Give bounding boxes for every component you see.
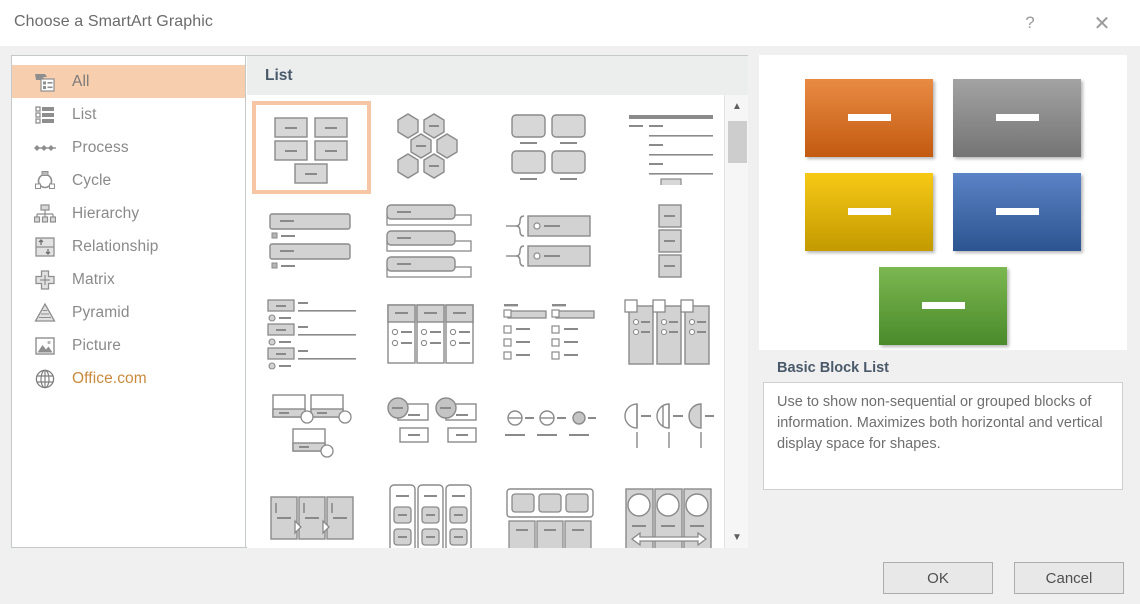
chevron-up-icon[interactable]: ▲ [725, 95, 749, 117]
thumbnail-square-accent-list[interactable] [490, 380, 609, 473]
dialog-title: Choose a SmartArt Graphic [14, 13, 214, 30]
block-text-placeholder [847, 208, 891, 215]
sidebar-item-label: Matrix [72, 270, 115, 288]
gallery-scrollbar[interactable]: ▲ ▼ [724, 95, 748, 548]
thumbnail-vertical-block-list[interactable] [371, 473, 490, 548]
thumbnail-horizontal-arrow-list[interactable] [609, 473, 724, 548]
matrix-icon [33, 269, 57, 291]
gallery-group-label: List [265, 66, 293, 84]
thumbnail-lined-list[interactable] [609, 101, 724, 194]
block-text-placeholder [995, 208, 1039, 215]
thumbnail-trapezoid-list[interactable] [371, 287, 490, 380]
dialog-body: All List Process Cycle Hierarchy Relatio… [0, 46, 1140, 553]
block-orange [805, 78, 933, 157]
sidebar-item-all[interactable]: All [12, 65, 245, 98]
help-icon[interactable]: ? [1012, 8, 1048, 38]
sidebar-item-label: All [72, 72, 90, 90]
thumbnail-vertical-bullet-list[interactable] [252, 194, 371, 287]
all-smartart-icon [33, 71, 57, 93]
cycle-icon [33, 170, 57, 192]
thumbnail-alternating-hexagons[interactable] [371, 101, 490, 194]
sidebar-item-process[interactable]: Process [12, 131, 245, 164]
picture-icon [33, 335, 57, 357]
smartart-gallery: List ▲ ▼ [247, 56, 748, 548]
globe-icon [33, 368, 57, 390]
thumbnail-basic-block-list[interactable] [252, 101, 371, 194]
sidebar-item-list[interactable]: List [12, 98, 245, 131]
sidebar-item-hierarchy[interactable]: Hierarchy [12, 197, 245, 230]
sidebar-item-relationship[interactable]: Relationship [12, 230, 245, 263]
block-yellow [805, 172, 933, 251]
sidebar-item-label: Office.com [72, 369, 147, 387]
sidebar-item-label: Picture [72, 336, 121, 354]
sidebar-item-pyramid[interactable]: Pyramid [12, 296, 245, 329]
ok-button[interactable]: OK [883, 562, 993, 594]
thumbnail-picture-caption-list[interactable] [490, 101, 609, 194]
thumbnail-horizontal-picture-list[interactable] [490, 287, 609, 380]
chevron-down-icon[interactable]: ▼ [725, 526, 749, 548]
thumbnail-stacked-list[interactable] [609, 287, 724, 380]
sidebar-item-label: Cycle [72, 171, 112, 189]
sidebar-item-picture[interactable]: Picture [12, 329, 245, 362]
thumbnail-vertical-bracket-list[interactable] [490, 194, 609, 287]
preview-blocks [805, 78, 1081, 345]
sidebar-item-label: Process [72, 138, 129, 156]
thumbnail-horizontal-bullet-list[interactable] [371, 380, 490, 473]
sidebar-item-label: List [72, 105, 97, 123]
gallery-group-header: List [247, 56, 748, 95]
scrollbar-thumb[interactable] [728, 121, 747, 163]
block-gray [953, 78, 1081, 157]
block-text-placeholder [995, 114, 1039, 121]
thumbnail-tab-list[interactable] [490, 473, 609, 548]
category-sidebar: All List Process Cycle Hierarchy Relatio… [12, 56, 246, 547]
close-icon[interactable]: ✕ [1084, 8, 1120, 38]
thumbnail-vertical-chevron-list[interactable] [609, 194, 724, 287]
thumbnail-grid [247, 95, 724, 548]
dialog-title-bar: Choose a SmartArt Graphic ? ✕ [0, 0, 1140, 46]
sidebar-item-label: Hierarchy [72, 204, 140, 222]
dialog-footer: OK Cancel [0, 553, 1140, 604]
thumbnail-vertical-box-list[interactable] [371, 194, 490, 287]
sidebar-item-label: Pyramid [72, 303, 130, 321]
block-text-placeholder [921, 302, 965, 309]
process-icon [33, 137, 57, 159]
block-blue [953, 172, 1081, 251]
preview-description: Use to show non-sequential or grouped bl… [763, 382, 1123, 490]
thumbnail-detailed-process[interactable] [252, 473, 371, 548]
thumbnail-grouped-list[interactable] [252, 380, 371, 473]
thumbnail-vertical-arrow-list[interactable] [252, 287, 371, 380]
list-icon [33, 104, 57, 126]
block-text-placeholder [847, 114, 891, 121]
block-green [879, 266, 1007, 345]
gallery-scroll-area[interactable] [247, 95, 724, 548]
sidebar-item-office.com[interactable]: Office.com [12, 362, 245, 395]
pyramid-icon [33, 302, 57, 324]
preview-graphic-name: Basic Block List [777, 360, 890, 376]
cancel-button[interactable]: Cancel [1014, 562, 1124, 594]
hierarchy-icon [33, 203, 57, 225]
sidebar-item-cycle[interactable]: Cycle [12, 164, 245, 197]
relationship-icon [33, 236, 57, 258]
sidebar-item-label: Relationship [72, 237, 159, 255]
preview-panel: Basic Block List Use to show non-sequent… [759, 55, 1127, 548]
main-frame: All List Process Cycle Hierarchy Relatio… [11, 55, 748, 548]
preview-canvas [759, 55, 1127, 350]
sidebar-item-matrix[interactable]: Matrix [12, 263, 245, 296]
thumbnail-pie-process[interactable] [609, 380, 724, 473]
